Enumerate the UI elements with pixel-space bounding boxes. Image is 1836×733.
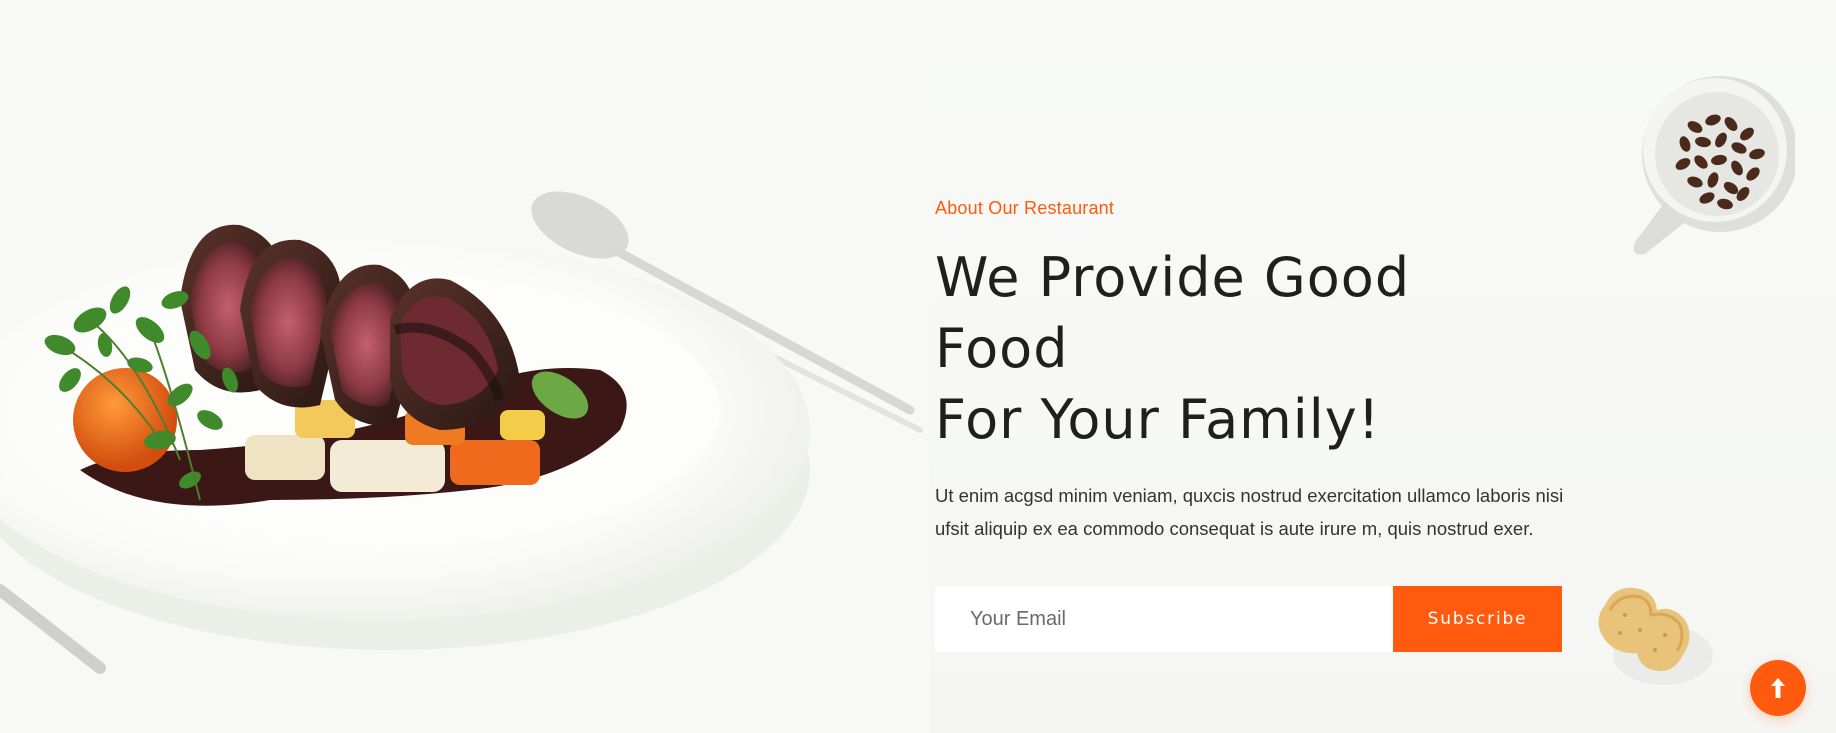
- coffee-beans-cup-image: [1625, 72, 1795, 262]
- food-plate-image: [0, 0, 930, 733]
- subscribe-button[interactable]: Subscribe: [1393, 586, 1562, 652]
- subscribe-form: Subscribe: [935, 586, 1562, 652]
- section-description: Ut enim acgsd minim veniam, quxcis nostr…: [935, 485, 1564, 539]
- section-title-line-1: We Provide Good Food: [935, 246, 1411, 380]
- about-section: About Our Restaurant We Provide Good Foo…: [0, 0, 1836, 733]
- section-subtitle: About Our Restaurant: [935, 198, 1115, 218]
- section-title-line-2: For Your Family!: [935, 388, 1381, 451]
- back-to-top-button[interactable]: [1750, 660, 1806, 716]
- email-input[interactable]: [935, 586, 1393, 652]
- about-content: About Our Restaurant We Provide Good Foo…: [935, 196, 1565, 652]
- section-title: We Provide Good Food For Your Family!: [935, 242, 1555, 455]
- arrow-up-icon: [1771, 678, 1785, 698]
- cookie-image: [1585, 575, 1715, 695]
